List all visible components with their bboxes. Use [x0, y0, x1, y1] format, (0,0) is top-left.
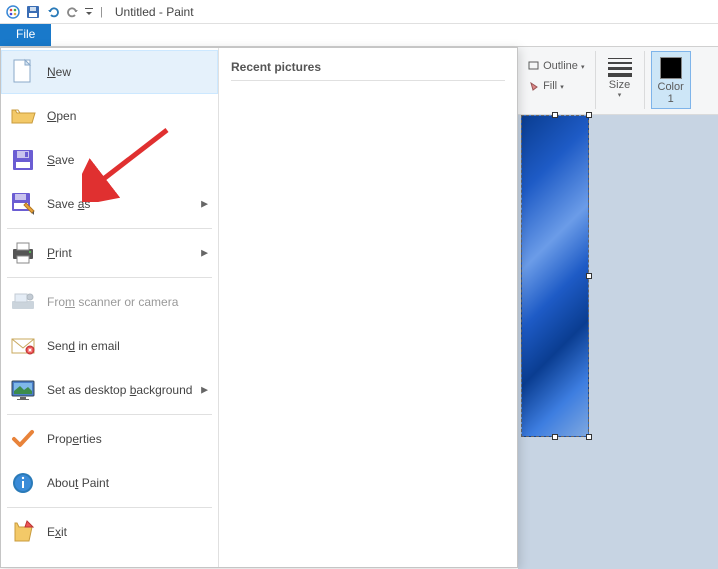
menu-email[interactable]: Send in email	[1, 324, 218, 368]
title-bar: | Untitled - Paint	[0, 0, 718, 24]
folder-open-icon	[9, 102, 37, 130]
size-label: Size	[609, 79, 630, 91]
redo-button[interactable]	[64, 3, 82, 21]
file-menu: New Open Save Save as ▶ Prin	[0, 47, 518, 568]
desktop-icon	[9, 376, 37, 404]
color1-label: Color 1	[658, 81, 684, 105]
menu-separator	[7, 507, 212, 508]
selection-handle[interactable]	[552, 112, 558, 118]
qat-customize[interactable]	[84, 3, 94, 21]
menu-separator	[7, 414, 212, 415]
selection-handle[interactable]	[552, 434, 558, 440]
menu-save-as-label: Save as	[47, 197, 90, 211]
window-title: Untitled - Paint	[115, 5, 194, 19]
selection-handle[interactable]	[586, 112, 592, 118]
size-icon	[606, 57, 634, 77]
checkmark-icon	[9, 425, 37, 453]
menu-about-label: About Paint	[47, 476, 109, 490]
menu-about[interactable]: About Paint	[1, 461, 218, 505]
menu-print[interactable]: Print ▶	[1, 231, 218, 275]
menu-open[interactable]: Open	[1, 94, 218, 138]
menu-exit-label: Exit	[47, 525, 67, 539]
menu-exit[interactable]: Exit	[1, 510, 218, 554]
menu-properties-label: Properties	[47, 432, 102, 446]
color-swatch	[660, 57, 682, 79]
menu-open-label: Open	[47, 109, 76, 123]
menu-print-label: Print	[47, 246, 72, 260]
email-icon	[9, 332, 37, 360]
selection-handle[interactable]	[586, 434, 592, 440]
file-menu-items: New Open Save Save as ▶ Prin	[1, 48, 219, 567]
save-qat-button[interactable]	[24, 3, 42, 21]
info-icon	[9, 469, 37, 497]
exit-icon	[9, 518, 37, 546]
ribbon-separator	[595, 51, 596, 109]
recent-header: Recent pictures	[231, 56, 505, 81]
menu-desktop-label: Set as desktop background	[47, 383, 192, 397]
ribbon-separator	[644, 51, 645, 109]
size-group[interactable]: Size ▾	[602, 51, 638, 101]
menu-new[interactable]: New	[1, 50, 218, 94]
chevron-right-icon: ▶	[201, 199, 208, 210]
menu-email-label: Send in email	[47, 339, 120, 353]
menu-properties[interactable]: Properties	[1, 417, 218, 461]
color1-button[interactable]: Color 1	[651, 51, 691, 109]
selected-image[interactable]	[521, 115, 589, 437]
ribbon-panel: Outline ▾ Fill ▾ Size ▾ Color 1	[518, 47, 718, 115]
file-tab[interactable]: File	[0, 24, 51, 46]
menu-new-label: New	[47, 65, 71, 79]
menu-desktop-bg[interactable]: Set as desktop background ▶	[1, 368, 218, 412]
selection-handle[interactable]	[586, 273, 592, 279]
chevron-right-icon: ▶	[201, 248, 208, 259]
recent-panel: Recent pictures	[219, 48, 517, 567]
canvas-workspace[interactable]	[518, 115, 718, 569]
floppy-save-as-icon	[9, 190, 37, 218]
chevron-down-icon: ▾	[618, 91, 622, 99]
outline-dropdown[interactable]: Outline ▾	[528, 57, 585, 77]
shape-options-group: Outline ▾ Fill ▾	[524, 51, 589, 99]
quick-access-toolbar: |	[0, 3, 111, 21]
qat-separator: |	[100, 6, 103, 18]
new-document-icon	[9, 58, 37, 86]
menu-separator	[7, 277, 212, 278]
ribbon-tabs: File	[0, 24, 718, 47]
app-icon[interactable]	[4, 3, 22, 21]
menu-separator	[7, 228, 212, 229]
fill-dropdown[interactable]: Fill ▾	[528, 77, 564, 97]
floppy-save-icon	[9, 146, 37, 174]
menu-save-as[interactable]: Save as ▶	[1, 182, 218, 226]
menu-save-label: Save	[47, 153, 74, 167]
chevron-right-icon: ▶	[201, 385, 208, 396]
undo-button[interactable]	[44, 3, 62, 21]
menu-scanner: From scanner or camera	[1, 280, 218, 324]
scanner-icon	[9, 288, 37, 316]
menu-scanner-label: From scanner or camera	[47, 295, 178, 309]
printer-icon	[9, 239, 37, 267]
menu-save[interactable]: Save	[1, 138, 218, 182]
